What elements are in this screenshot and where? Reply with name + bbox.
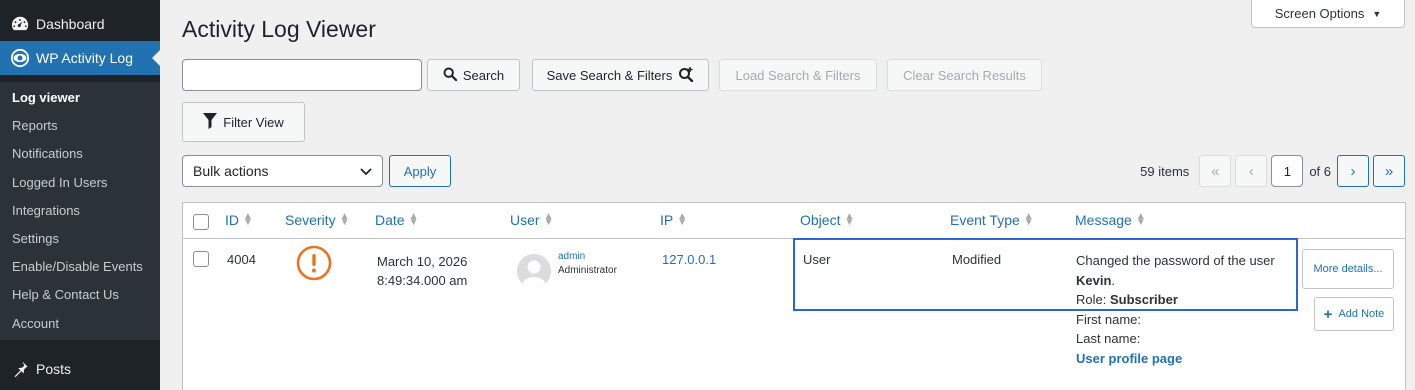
avatar: [517, 254, 551, 288]
sidebar-item-help-contact[interactable]: Help & Contact Us: [0, 281, 160, 309]
search-input[interactable]: [182, 59, 422, 91]
bulk-actions-select[interactable]: Bulk actions: [182, 155, 383, 187]
sidebar-item-integrations[interactable]: Integrations: [0, 197, 160, 225]
save-search-filters-label: Save Search & Filters: [546, 67, 673, 83]
row-checkbox[interactable]: [193, 251, 209, 267]
sidebar-item-logged-in-users[interactable]: Logged In Users: [0, 169, 160, 197]
sort-icon: ▲ ▼: [677, 211, 688, 228]
main-content: Activity Log Viewer Screen Options ▼ Sea…: [160, 0, 1415, 390]
menu-dashboard-label: Dashboard: [36, 16, 105, 32]
sidebar-item-log-viewer[interactable]: Log viewer: [0, 84, 160, 112]
menu-wp-activity-log[interactable]: WP Activity Log: [0, 41, 160, 75]
column-ip[interactable]: IP ▲ ▼: [660, 211, 688, 229]
column-user-label: User: [510, 212, 540, 228]
activity-log-table: ID ▲ ▼ Severity ▲ ▼ Date ▲ ▼ User ▲ ▼ IP ▲ ▼ Objec…: [182, 202, 1406, 390]
page-title: Activity Log Viewer: [182, 16, 376, 42]
row-date-time: 8:49:34.000 am: [377, 273, 468, 288]
column-object[interactable]: Object ▲ ▼: [800, 211, 855, 229]
plus-icon: +: [1323, 305, 1333, 323]
row-id: 4004: [227, 252, 256, 267]
sort-icon: ▲ ▼: [1135, 211, 1146, 228]
search-button-label: Search: [462, 67, 505, 83]
message-first-name: First name:: [1076, 311, 1142, 327]
caret-down-icon: ▼: [1372, 8, 1382, 19]
bulk-actions-value: Bulk actions: [193, 163, 269, 179]
sort-icon: ▲ ▼: [339, 211, 350, 228]
column-id[interactable]: ID ▲ ▼: [225, 211, 253, 229]
load-search-filters-button[interactable]: Load Search & Filters: [719, 59, 877, 91]
search-plus-icon: [678, 66, 694, 85]
column-severity-label: Severity: [285, 212, 336, 228]
search-button[interactable]: Search: [427, 59, 520, 91]
screen-options-label: Screen Options: [1274, 6, 1365, 21]
column-event-type-label: Event Type: [950, 212, 1020, 228]
save-search-filters-button[interactable]: Save Search & Filters: [532, 59, 709, 91]
admin-sidebar: Dashboard WP Activity Log Log viewer Rep…: [0, 0, 160, 390]
column-object-label: Object: [800, 212, 841, 228]
screen-options-button[interactable]: Screen Options ▼: [1251, 0, 1405, 28]
current-page-input[interactable]: 1: [1271, 155, 1304, 187]
user-profile-link[interactable]: User profile page: [1076, 351, 1182, 366]
message-role-value: Subscriber: [1109, 292, 1178, 307]
dashboard-icon: [10, 14, 30, 34]
menu-posts-label: Posts: [36, 361, 72, 377]
message-role-label: Role:: [1076, 292, 1107, 307]
sidebar-item-reports[interactable]: Reports: [0, 112, 160, 140]
activity-log-submenu: Log viewer Reports Notifications Logged …: [0, 82, 160, 340]
sort-icon: ▲ ▼: [243, 211, 253, 228]
pushpin-icon: [10, 359, 30, 379]
message-username: Kevin: [1076, 272, 1112, 288]
menu-dashboard[interactable]: Dashboard: [0, 7, 160, 41]
next-page-button[interactable]: ›: [1337, 155, 1369, 187]
pagination: 59 items « ‹ 1 of 6 › »: [1140, 155, 1405, 187]
column-id-label: ID: [225, 212, 239, 228]
row-message: Changed the password of the user Kevin. …: [1076, 253, 1275, 366]
column-severity[interactable]: Severity ▲ ▼: [285, 211, 350, 229]
message-last-name: Last name:: [1076, 331, 1141, 346]
warning-circle-icon: [296, 245, 332, 281]
filter-view-button[interactable]: Filter View: [182, 102, 305, 142]
table-header: ID ▲ ▼ Severity ▲ ▼ Date ▲ ▼ User ▲ ▼ IP ▲ ▼ Objec…: [183, 203, 1405, 239]
sort-icon: ▲ ▼: [543, 211, 554, 228]
column-event-type[interactable]: Event Type ▲ ▼: [950, 211, 1034, 229]
sort-icon: ▲ ▼: [844, 211, 855, 228]
row-date-day: March 10, 2026: [377, 254, 468, 269]
select-all-checkbox[interactable]: [193, 214, 209, 230]
last-page-button[interactable]: »: [1373, 155, 1405, 187]
filter-view-label: Filter View: [223, 114, 284, 130]
row-date: March 10, 2026 8:49:34.000 am: [377, 252, 467, 290]
column-user[interactable]: User ▲ ▼: [510, 211, 554, 229]
add-note-button[interactable]: + Add Note: [1314, 297, 1394, 331]
first-page-button[interactable]: «: [1199, 155, 1232, 187]
menu-wp-activity-log-label: WP Activity Log: [36, 50, 134, 66]
row-user-link[interactable]: admin: [558, 251, 585, 262]
column-message[interactable]: Message ▲ ▼: [1075, 211, 1146, 229]
total-pages: of 6: [1309, 163, 1331, 179]
sort-icon: ▲ ▼: [1023, 211, 1034, 228]
chevron-down-icon: [360, 163, 372, 179]
sidebar-item-notifications[interactable]: Notifications: [0, 140, 160, 168]
apply-button[interactable]: Apply: [389, 155, 451, 187]
filter-icon: [203, 112, 218, 132]
add-note-label: Add Note: [1338, 308, 1385, 320]
column-message-label: Message: [1075, 212, 1132, 228]
items-count: 59 items: [1140, 163, 1190, 179]
prev-page-button[interactable]: ‹: [1235, 155, 1268, 187]
column-ip-label: IP: [660, 212, 674, 228]
eye-icon: [10, 48, 30, 68]
row-user-role: Administrator: [558, 265, 617, 276]
column-date[interactable]: Date ▲ ▼: [375, 211, 419, 229]
sidebar-item-account[interactable]: Account: [0, 310, 160, 338]
message-text: Changed the password of the user: [1076, 253, 1275, 268]
column-date-label: Date: [375, 212, 405, 228]
menu-posts[interactable]: Posts: [0, 352, 160, 386]
sidebar-item-enable-disable-events[interactable]: Enable/Disable Events: [0, 253, 160, 281]
row-ip-link[interactable]: 127.0.0.1: [662, 252, 716, 267]
search-icon: [443, 67, 458, 84]
sidebar-item-settings[interactable]: Settings: [0, 225, 160, 253]
clear-search-results-button[interactable]: Clear Search Results: [887, 59, 1042, 91]
sort-icon: ▲ ▼: [408, 211, 419, 228]
more-details-button[interactable]: More details...: [1302, 249, 1394, 289]
